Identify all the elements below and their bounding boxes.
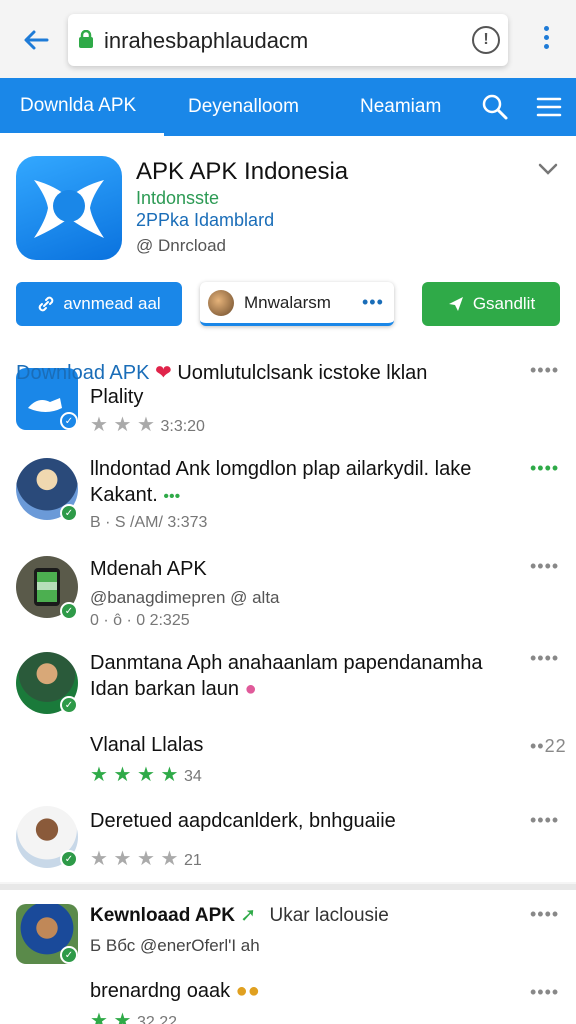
back-arrow-icon [24, 30, 49, 50]
send-icon [448, 297, 463, 311]
verified-icon: ✓ [60, 504, 78, 522]
search-icon[interactable] [480, 92, 510, 122]
more-icon[interactable]: •••• [530, 904, 559, 925]
user-pill-label: Mnwalarsm [244, 293, 331, 312]
browser-toolbar: inrahesbaphlaudacm ! [0, 0, 576, 78]
download-button-label: avnmead aal [63, 294, 161, 313]
info-icon[interactable]: ! [472, 26, 500, 54]
browser-menu-icon[interactable] [536, 26, 556, 54]
item-meta: 3:3:20 [160, 418, 205, 435]
item-line2: Plality [90, 386, 144, 408]
verified-icon: ✓ [60, 602, 78, 620]
star-rating: ★ ★ ★ ★ 21 [90, 848, 202, 870]
item-meta: В · S /AM/ 3:373 [90, 514, 208, 531]
item-title: llndontad Ank lomgdlon plap ailarkydil. … [90, 458, 472, 480]
emoji-icon: ● [244, 678, 257, 700]
item-line2-row: Kakant. ••• [90, 484, 180, 507]
verified-icon: ✓ [60, 946, 78, 964]
list-item[interactable]: ✓ Danmtana Aph anahaanlam papendanamha I… [0, 642, 576, 722]
lower-card: ✓ Kewnloaad APK ➚ Ukar laclousie Б Вбс @… [0, 884, 576, 1024]
url-text: inrahesbaphlaudacm [104, 28, 309, 53]
lock-icon [79, 30, 93, 48]
star-rating: ★ ★ ★ ★ 34 [90, 764, 202, 786]
item-line2-row: Idan barkan laun ● [90, 678, 257, 701]
avatar [208, 290, 234, 316]
page: inrahesbaphlaudacm ! Downlda APK Deyenal… [0, 0, 576, 1024]
feed-list: ✓ Download APK ❤ Uomlutulclsank icstoke … [0, 346, 576, 882]
item-meta: 34 [183, 768, 202, 785]
hamburger-menu-icon[interactable] [534, 92, 564, 122]
address-bar[interactable]: inrahesbaphlaudacm ! [68, 14, 508, 66]
more-icon[interactable]: •••• [530, 556, 559, 577]
app-logo [16, 156, 122, 260]
user-pill[interactable]: Mnwalarsm ••• [200, 282, 394, 326]
item-meta: 0 · ô · 0 2:325 [90, 612, 190, 629]
star-rating: ★ ★ 32 22 [90, 1008, 177, 1024]
more-icon[interactable]: ••• [362, 292, 384, 313]
more-icon[interactable]: •••• [530, 648, 559, 669]
card-line3-row: brenardng oaak ●● [90, 980, 260, 1003]
app-subtitle-category[interactable]: 2PPka Idamblard [136, 210, 274, 231]
card-title: Kewnloaad APK [90, 905, 235, 926]
share-button[interactable]: Gsandlit [422, 282, 560, 326]
card-title-rest: Ukar laclousie [269, 905, 389, 926]
more-icon-2[interactable]: •••• [530, 982, 559, 1003]
site-navbar: Downlda APK Deyenalloom Neamiam [0, 78, 576, 136]
item-handle: @banagdimepren @ alta [90, 588, 280, 607]
more-icon[interactable]: •••• [530, 360, 559, 381]
list-item[interactable]: ✓ llndontad Ank lomgdlon plap ailarkydil… [0, 444, 576, 544]
card-line3: brenardng oaak [90, 980, 231, 1002]
item-title: Download APK [16, 362, 150, 384]
app-subtitle-publisher: Intdonsste [136, 188, 220, 208]
item-title-rest: Uomlutulclsank icstoke lklan [177, 362, 428, 384]
verified-icon: ✓ [60, 696, 78, 714]
more-icon[interactable]: •••• [530, 458, 559, 479]
app-subtitle-download: @ Dnrcload [136, 236, 227, 255]
list-item[interactable]: ✓ Mdenah APK @banagdimepren @ alta 0 · ô… [0, 544, 576, 642]
download-button[interactable]: avnmead aal [16, 282, 182, 326]
arrow-icon: ➚ [240, 905, 257, 926]
item-meta: 21 [183, 852, 202, 869]
item-title: Danmtana Aph anahaanlam papendanamha [90, 652, 483, 674]
app-title: APK APK Indonesia [136, 158, 349, 185]
emoji-icon: ●● [235, 980, 260, 1002]
item-title: Vlanal Llalas [90, 734, 204, 756]
item-line2: Kakant. [90, 484, 158, 506]
card-handle: Б Вбс @enerOferl'I ah [90, 936, 260, 955]
verified-icon: ✓ [60, 850, 78, 868]
card-meta: 32 22 [136, 1014, 178, 1024]
app-header-card: APK APK Indonesia Intdonsste 2PPka Idamb… [0, 136, 576, 346]
star-rating: ★ ★ ★ 3:3:20 [90, 414, 205, 436]
card-title-row: Kewnloaad APK ➚ Ukar laclousie [90, 904, 389, 927]
more-icon[interactable]: •••• [530, 810, 559, 831]
list-item[interactable]: Vlanal Llalas ★ ★ ★ ★ 34 ••22 [0, 722, 576, 794]
item-title: Mdenah APK [90, 558, 207, 580]
back-button[interactable] [18, 24, 54, 56]
verified-icon: ✓ [60, 412, 78, 430]
tab-second[interactable]: Deyenalloom [188, 78, 299, 136]
tab-third[interactable]: Neamiam [360, 78, 441, 136]
item-title: Deretued aapdcanlderk, bnhguaiie [90, 810, 396, 832]
heart-icon: ❤ [154, 362, 172, 384]
item-title-row: Download APK ❤ Uomlutulclsank icstoke lk… [16, 360, 427, 385]
share-button-label: Gsandlit [472, 294, 536, 313]
list-item[interactable]: ✓ Download APK ❤ Uomlutulclsank icstoke … [0, 346, 576, 444]
item-line2: Idan barkan laun [90, 678, 240, 700]
more-icon[interactable]: ••22 [530, 736, 567, 757]
list-item[interactable]: ✓ Deretued aapdcanlderk, bnhguaiie ★ ★ ★… [0, 794, 576, 882]
link-icon [39, 296, 54, 312]
tab-download-apk[interactable]: Downlda APK [0, 78, 164, 136]
chevron-down-icon[interactable] [538, 162, 558, 176]
item-line2-extra: ••• [163, 488, 181, 505]
